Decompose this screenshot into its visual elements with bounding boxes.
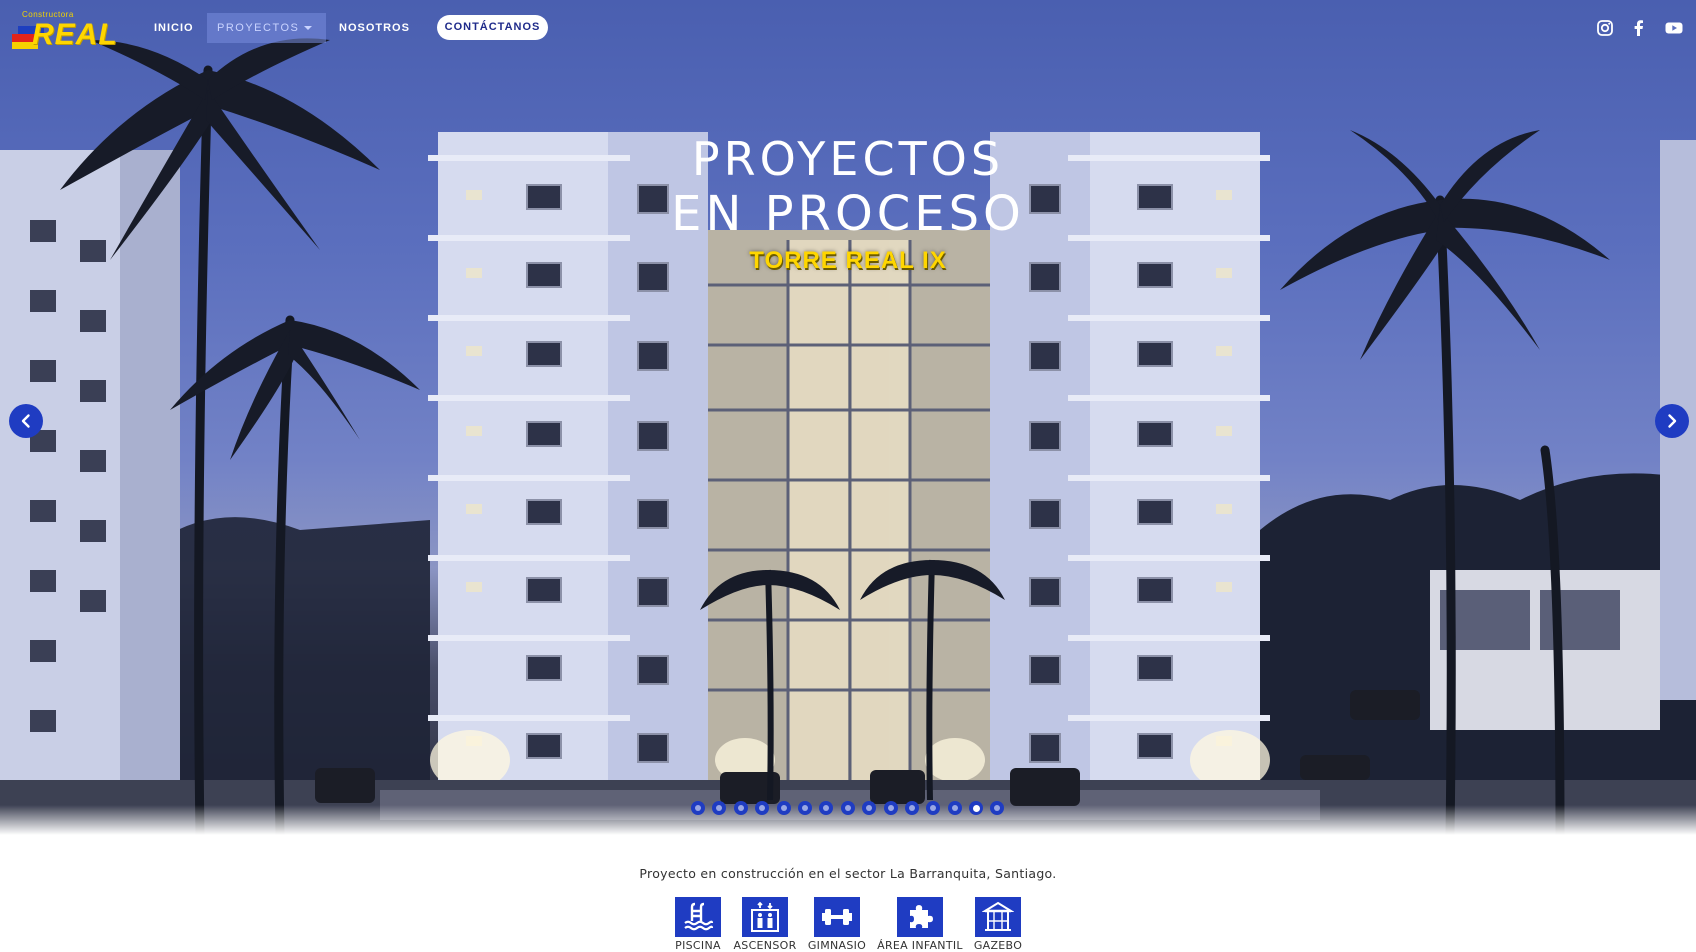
slider-dots [691,801,1005,815]
gym-icon [814,897,860,937]
gazebo-icon [975,897,1021,937]
top-navbar: Constructora REAL INICIO PROYECTOS NOSOT… [0,0,1696,56]
amenity-label: GIMNASIO [807,939,867,952]
slider-dot[interactable] [712,801,727,815]
slider-dot[interactable] [819,801,834,815]
amenity-label: GAZEBO [973,939,1023,952]
slider-dot-center [972,804,980,812]
slider-dot-center [930,805,937,811]
slider-dot-center [737,805,744,811]
hero-subtitle: TORRE REAL IX [749,247,947,274]
hero-title-line1: PROYECTOS [691,132,1005,186]
project-description: Proyecto en construcción en el sector La… [639,866,1057,881]
slider-dot[interactable] [733,801,748,815]
caret-down-icon [304,26,312,30]
amenity-gazebo: GAZEBO [970,897,1026,952]
nav-proyectos-label: PROYECTOS [217,22,300,34]
nav-proyectos[interactable]: PROYECTOS [207,13,326,43]
slider-dot-center [759,805,766,811]
slider-dot-center [866,805,873,811]
slider-dot-center [695,805,701,811]
slider-dot-center [844,805,851,811]
slider-dot[interactable] [969,801,984,815]
slider-dot[interactable] [691,801,705,815]
puzzle-icon [897,897,943,937]
slider-dot-center [994,805,1001,811]
amenity-gimnasio: GIMNASIO [806,897,868,952]
slider-dot[interactable] [840,801,855,815]
slider-dot-center [908,805,915,811]
slider-prev-button[interactable] [9,404,43,438]
slider-dot[interactable] [862,801,877,815]
youtube-icon[interactable] [1664,18,1684,38]
amenity-label: ASCENSOR [733,939,797,952]
amenity-label: PISCINA [675,939,721,952]
slider-dot[interactable] [990,801,1005,815]
elevator-icon [742,897,788,937]
slider-dot-center [716,805,723,811]
slider-dot-center [887,805,894,811]
amenity-piscina: PISCINA [672,897,724,952]
slider-dot[interactable] [755,801,770,815]
slider-dot[interactable] [904,801,919,815]
logo-word: REAL [32,18,118,51]
slider-dot[interactable] [926,801,941,815]
nav-inicio[interactable]: INICIO [154,13,194,43]
slider-dot[interactable] [883,801,898,815]
nav-nosotros[interactable]: NOSOTROS [339,13,410,43]
slider-dot-center [780,805,787,811]
amenity-area-infantil: ÁREA INFANTIL [876,897,964,952]
hero-title-line2: EN PROCESO [671,186,1025,242]
amenity-label: ÁREA INFANTIL [877,939,963,952]
slider-next-button[interactable] [1655,404,1689,438]
slider-dot-center [951,805,958,811]
facebook-icon[interactable] [1629,18,1649,38]
instagram-icon[interactable] [1595,18,1615,38]
contact-button[interactable]: CONTÁCTANOS [437,15,548,40]
hero-slider [0,0,1696,835]
slider-dot[interactable] [947,801,962,815]
chevron-left-icon [21,414,30,428]
slider-dot[interactable] [776,801,791,815]
hero-background-image [0,38,1696,835]
slider-dot[interactable] [797,801,812,815]
pool-icon [675,897,721,937]
chevron-right-icon [1668,414,1677,428]
logo[interactable]: Constructora REAL [12,10,128,52]
slider-dot-center [801,805,808,811]
amenity-ascensor: ASCENSOR [733,897,797,952]
slider-dot-center [823,805,830,811]
